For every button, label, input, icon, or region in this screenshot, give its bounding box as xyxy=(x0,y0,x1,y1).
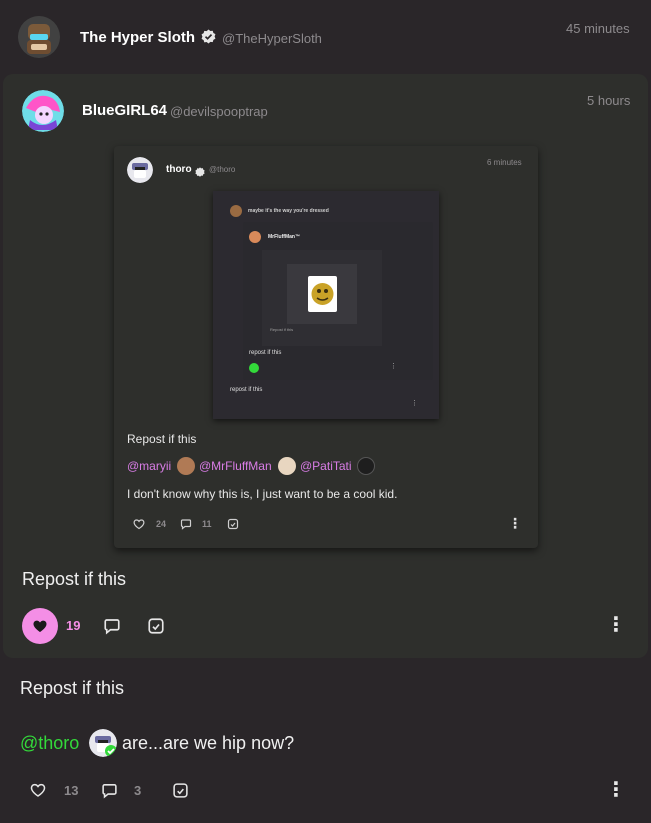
quote5-text: Repost if this xyxy=(270,327,294,332)
heart-icon xyxy=(133,519,145,530)
heart-icon xyxy=(33,620,47,632)
hyper-sloth-avatar[interactable] xyxy=(18,16,60,58)
outer-reply-text: are...are we hip now? xyxy=(122,733,295,753)
quote2-repost-button[interactable] xyxy=(225,516,241,532)
quote2-mention-maryii[interactable]: @maryii xyxy=(127,459,171,473)
outer-repost-button[interactable] xyxy=(170,780,190,800)
outer-like-button[interactable] xyxy=(28,780,48,800)
quote1-like-count: 19 xyxy=(66,618,81,633)
patitati-avatar[interactable] xyxy=(357,457,375,475)
bluegirl-avatar[interactable] xyxy=(22,90,64,132)
outer-author-handle[interactable]: @TheHyperSloth xyxy=(222,31,322,46)
mrfluffman-small-avatar[interactable] xyxy=(249,231,261,243)
quote2-text: Repost if this xyxy=(127,432,197,446)
mrfluffman-avatar[interactable] xyxy=(278,457,296,475)
quote2-author-handle[interactable]: @thoro xyxy=(209,165,235,174)
heart-icon xyxy=(30,783,46,797)
comment-icon xyxy=(101,783,117,798)
outer-comment-button[interactable] xyxy=(99,780,119,800)
emoji-face-image xyxy=(308,276,337,312)
repost-icon xyxy=(227,518,239,530)
quote3-avatar[interactable] xyxy=(230,205,242,217)
verified-icon xyxy=(201,29,216,44)
quote1-author-handle[interactable]: @devilspooptrap xyxy=(170,104,268,119)
comment-icon xyxy=(180,519,192,530)
quote2-comment-count: 11 xyxy=(202,519,212,529)
quote2-comment-button[interactable] xyxy=(178,516,194,532)
outer-post-time: 45 minutes xyxy=(566,21,630,36)
comment-icon xyxy=(104,619,120,635)
quote2-mention-mrfluffman[interactable]: @MrFluffMan xyxy=(199,459,272,473)
repost-icon xyxy=(172,782,188,798)
quote2-more-button[interactable]: ⋮ xyxy=(508,515,522,532)
quote4-like-button[interactable] xyxy=(249,363,259,373)
quote1-post-time: 5 hours xyxy=(587,93,631,108)
repost-icon xyxy=(148,618,164,634)
quote3-more-icon[interactable]: ⋮ xyxy=(411,399,418,407)
quote1-like-button[interactable] xyxy=(22,608,58,644)
quote2-body: I don't know why this is, I just want to… xyxy=(127,487,398,501)
quote1-comment-button[interactable] xyxy=(101,615,123,637)
quote3-text: repost if this xyxy=(230,387,263,393)
quote3-title: maybe it's the way you're dressed xyxy=(248,208,329,214)
maryii-avatar[interactable] xyxy=(177,457,195,475)
quote2-author-name[interactable]: thoro xyxy=(166,164,192,175)
quote4-text: repost if this xyxy=(249,350,282,356)
verified-icon xyxy=(195,164,205,177)
quote4-author-name[interactable]: MrFluffMan™ xyxy=(268,234,300,240)
quote2-like-count: 24 xyxy=(156,519,167,529)
outer-post-text: Repost if this xyxy=(20,678,125,698)
quote1-more-button[interactable]: ⋮ xyxy=(606,612,626,637)
quote1-author-name[interactable]: BlueGIRL64 xyxy=(82,102,167,119)
outer-more-button[interactable]: ⋮ xyxy=(606,777,626,802)
quote4-more-icon[interactable]: ⋮ xyxy=(390,362,397,370)
thoro-mention-avatar[interactable] xyxy=(89,729,117,757)
quote1-repost-button[interactable] xyxy=(145,615,167,637)
outer-like-count: 13 xyxy=(64,783,79,798)
thoro-avatar[interactable] xyxy=(127,157,153,183)
outer-mention-thoro[interactable]: @thoro xyxy=(20,733,79,754)
outer-author-name[interactable]: The Hyper Sloth xyxy=(80,29,195,46)
quote2-like-button[interactable] xyxy=(131,516,147,532)
quote2-post-time: 6 minutes xyxy=(487,158,522,167)
quote1-text: Repost if this xyxy=(22,569,127,589)
quote2-mention-patitati[interactable]: @PatiTati xyxy=(300,459,352,473)
outer-comment-count: 3 xyxy=(134,783,142,798)
